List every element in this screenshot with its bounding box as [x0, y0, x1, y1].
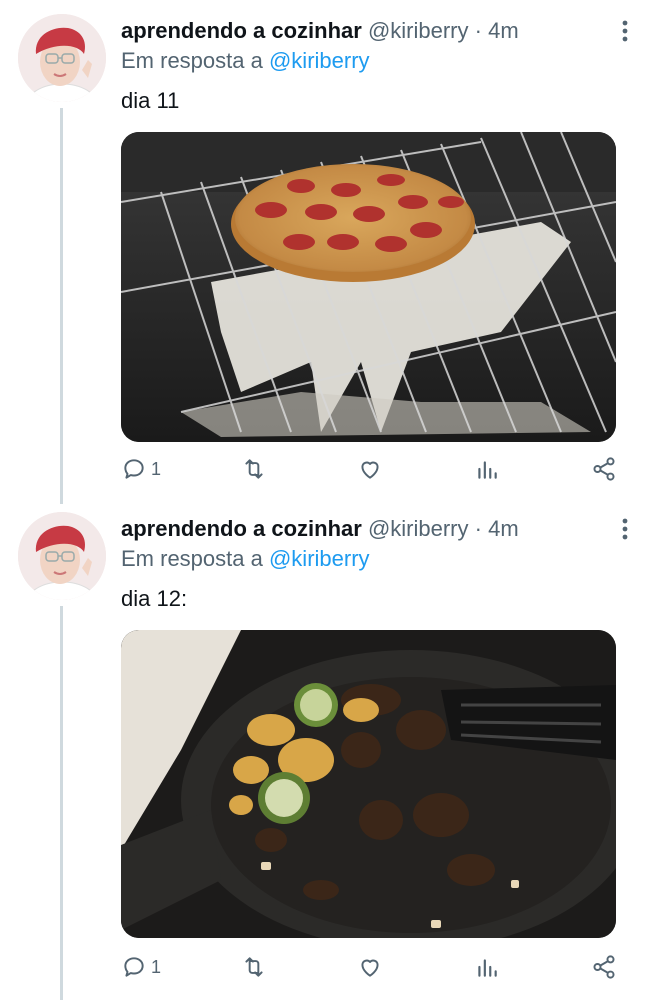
- share-button[interactable]: [591, 952, 617, 982]
- more-options-icon[interactable]: [612, 516, 638, 542]
- action-bar: 1: [121, 952, 621, 982]
- retweet-button[interactable]: [241, 952, 267, 982]
- avatar[interactable]: [18, 512, 106, 600]
- reply-count: 1: [151, 956, 162, 977]
- tweet-image[interactable]: [121, 132, 616, 442]
- avatar[interactable]: [18, 14, 106, 102]
- more-options-icon[interactable]: [612, 18, 638, 44]
- tweet-text: dia 11: [121, 88, 180, 113]
- reply-context: Em resposta a @kiriberry: [121, 46, 370, 76]
- reply-mention[interactable]: @kiriberry: [269, 546, 370, 571]
- timestamp[interactable]: 4m: [488, 516, 519, 541]
- reply-mention[interactable]: @kiriberry: [269, 48, 370, 73]
- tweet[interactable]: aprendendo a cozinhar @kiriberry · 4m Em…: [0, 498, 661, 996]
- separator-dot: ·: [474, 18, 482, 43]
- reply-prefix: Em resposta a: [121, 48, 263, 73]
- display-name[interactable]: aprendendo a cozinhar: [121, 516, 362, 541]
- views-button[interactable]: [474, 454, 500, 484]
- views-icon: [478, 959, 497, 977]
- tweet-image[interactable]: [121, 630, 616, 938]
- reply-prefix: Em resposta a: [121, 546, 263, 571]
- retweet-icon: [245, 459, 263, 479]
- tweet[interactable]: aprendendo a cozinhar @kiriberry · 4m Em…: [0, 0, 661, 498]
- reply-icon: [124, 957, 144, 977]
- user-handle[interactable]: @kiriberry: [368, 516, 469, 541]
- like-icon: [361, 959, 379, 977]
- reply-count: 1: [151, 458, 162, 479]
- reply-icon: [124, 459, 144, 479]
- share-button[interactable]: [591, 454, 617, 484]
- action-bar: 1: [121, 454, 621, 484]
- timestamp[interactable]: 4m: [488, 18, 519, 43]
- views-button[interactable]: [474, 952, 500, 982]
- like-icon: [361, 461, 379, 479]
- share-icon: [593, 457, 615, 481]
- tweet-header: aprendendo a cozinhar @kiriberry · 4m: [121, 514, 519, 544]
- share-icon: [593, 955, 615, 979]
- retweet-button[interactable]: [241, 454, 267, 484]
- separator-dot: ·: [474, 516, 482, 541]
- reply-button[interactable]: 1: [121, 454, 161, 484]
- reply-context: Em resposta a @kiriberry: [121, 544, 370, 574]
- tweet-text: dia 12:: [121, 586, 188, 611]
- tweet-header: aprendendo a cozinhar @kiriberry · 4m: [121, 16, 519, 46]
- user-handle[interactable]: @kiriberry: [368, 18, 469, 43]
- display-name[interactable]: aprendendo a cozinhar: [121, 18, 362, 43]
- like-button[interactable]: [357, 952, 383, 982]
- views-icon: [478, 461, 497, 479]
- reply-button[interactable]: 1: [121, 952, 161, 982]
- like-button[interactable]: [357, 454, 383, 484]
- retweet-icon: [245, 957, 263, 977]
